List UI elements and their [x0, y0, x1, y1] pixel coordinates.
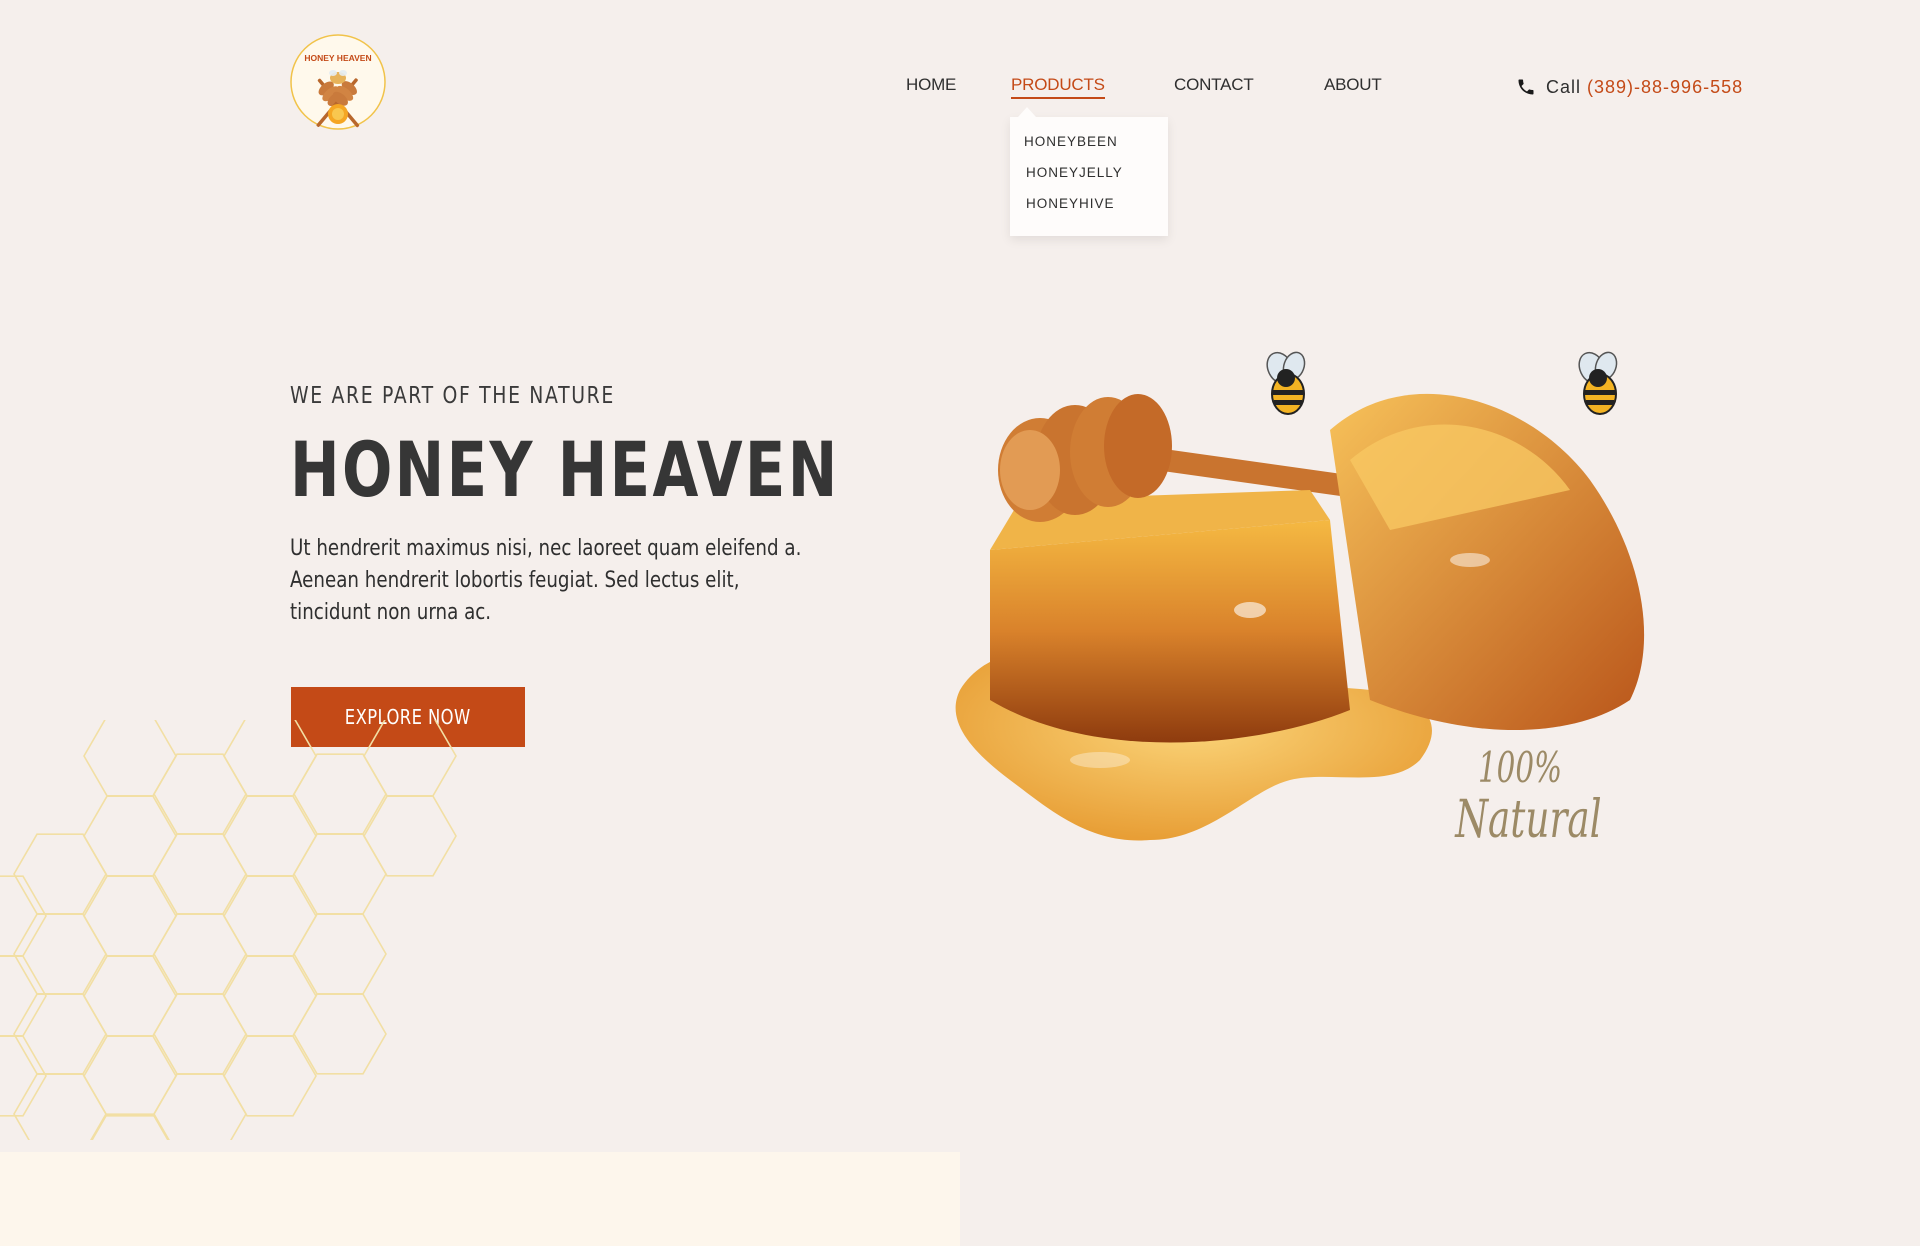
- natural-word: Natural: [1455, 790, 1602, 850]
- phone-contact[interactable]: Call (389)-88-996-558: [1516, 74, 1743, 100]
- dropdown-item-honeybeen[interactable]: HONEYBEEN: [1024, 134, 1118, 149]
- nav-about[interactable]: ABOUT: [1324, 75, 1382, 95]
- nav-contact[interactable]: CONTACT: [1174, 75, 1254, 95]
- hero-subtitle: WE ARE PART OF THE NATURE: [290, 383, 615, 409]
- phone-number[interactable]: (389)-88-996-558: [1587, 77, 1743, 98]
- bee-icon-left: [1266, 351, 1306, 415]
- dropdown-item-honeyjelly[interactable]: HONEYJELLY: [1026, 165, 1123, 180]
- nav-home[interactable]: HOME: [906, 75, 956, 95]
- bottom-section-strip: [0, 1152, 960, 1246]
- nav-products[interactable]: PRODUCTS: [1011, 75, 1105, 99]
- hex-cell: [223, 720, 317, 797]
- bee-icon-right: [1578, 351, 1618, 415]
- products-dropdown: HONEYBEEN HONEYJELLY HONEYHIVE: [1010, 107, 1168, 236]
- logo-text: HONEY HEAVEN: [304, 53, 371, 63]
- honeycomb-pattern: [0, 720, 457, 1140]
- hex-cell: [363, 720, 457, 797]
- call-label: Call: [1546, 76, 1582, 97]
- natural-percent: 100%: [1477, 743, 1563, 792]
- natural-badge: 100% Natural: [1430, 743, 1610, 850]
- hex-cell: [83, 720, 177, 797]
- hero-title: HONEY HEAVEN: [290, 425, 840, 514]
- hero-description: Ut hendrerit maximus nisi, nec laoreet q…: [290, 536, 802, 625]
- phone-icon: [1518, 79, 1534, 95]
- hex-cell: [153, 1073, 247, 1140]
- dropdown-item-honeyhive[interactable]: HONEYHIVE: [1026, 196, 1115, 211]
